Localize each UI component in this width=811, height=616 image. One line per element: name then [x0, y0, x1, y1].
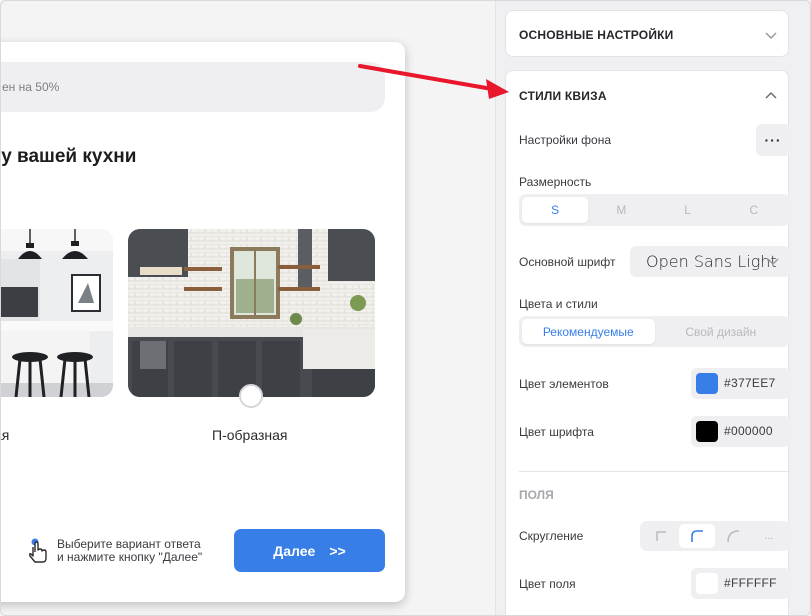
- quiz-card: ен на 50% вку вашей кухни: [0, 42, 405, 602]
- chevron-down-icon[interactable]: [764, 28, 778, 42]
- discount-text: ен на 50%: [2, 80, 60, 94]
- rounding-small-option[interactable]: [679, 524, 715, 548]
- basic-settings-section[interactable]: ОСНОВНЫЕ НАСТРОЙКИ: [505, 10, 789, 57]
- quiz-styles-section: СТИЛИ КВИЗА Настройки фона ··· Размернос…: [505, 70, 790, 616]
- rounding-selector: ...: [640, 521, 790, 551]
- corner-square-icon: [656, 531, 666, 541]
- field-color-field[interactable]: #FFFFFF: [691, 568, 790, 599]
- corner-round-icon: [727, 530, 740, 543]
- rounding-label: Скругление: [519, 529, 584, 543]
- next-button[interactable]: Далее >>: [234, 529, 385, 572]
- option-label-1: ая: [0, 427, 10, 443]
- kitchen-photo-1: [0, 229, 113, 397]
- font-color-label: Цвет шрифта: [519, 425, 594, 439]
- size-option-c[interactable]: C: [721, 197, 787, 223]
- rounding-large-option[interactable]: [715, 524, 751, 548]
- main-font-value: Open Sans Light: [646, 252, 777, 271]
- rounding-more-option[interactable]: ...: [751, 524, 787, 548]
- element-color-value: #377EE7: [724, 376, 776, 390]
- element-color-field[interactable]: #377EE7: [691, 368, 790, 399]
- color-mode-selector: Рекомендуемые Свой дизайн: [519, 316, 790, 347]
- font-color-field[interactable]: #000000: [691, 416, 790, 447]
- quiz-styles-title: СТИЛИ КВИЗА: [519, 89, 607, 103]
- size-label: Размерность: [519, 175, 592, 189]
- fields-subsection-title: ПОЛЯ: [519, 488, 554, 502]
- option-2-radio[interactable]: [239, 384, 263, 408]
- basic-settings-title: ОСНОВНЫЕ НАСТРОЙКИ: [519, 28, 674, 42]
- corner-rounded-icon: [691, 530, 703, 542]
- option-image-2[interactable]: [128, 229, 375, 397]
- option-image-1[interactable]: [0, 229, 113, 397]
- element-color-swatch[interactable]: [696, 373, 718, 394]
- double-chevron-right-icon: >>: [329, 542, 346, 559]
- size-option-l[interactable]: L: [655, 197, 721, 223]
- hint-text: Выберите вариант ответа и нажмите кнопку…: [57, 537, 203, 564]
- question-title: вку вашей кухни: [0, 146, 137, 167]
- settings-panel: ОСНОВНЫЕ НАСТРОЙКИ СТИЛИ КВИЗА Настройки…: [495, 0, 811, 616]
- color-mode-custom[interactable]: Свой дизайн: [655, 319, 788, 344]
- size-option-s[interactable]: S: [522, 197, 589, 223]
- chevron-down-icon: [767, 258, 779, 266]
- size-option-m[interactable]: M: [588, 197, 654, 223]
- font-color-swatch[interactable]: [696, 421, 718, 442]
- colors-styles-label: Цвета и стили: [519, 297, 598, 311]
- rounding-none-option[interactable]: [643, 524, 679, 548]
- font-color-value: #000000: [724, 424, 773, 438]
- main-font-select[interactable]: Open Sans Light: [630, 246, 790, 277]
- discount-banner: ен на 50%: [0, 62, 385, 112]
- next-button-label: Далее: [273, 542, 316, 559]
- background-settings-button[interactable]: ···: [756, 124, 790, 156]
- section-divider: [519, 471, 790, 472]
- size-selector: S M L C: [519, 194, 790, 226]
- color-mode-recommended[interactable]: Рекомендуемые: [522, 319, 655, 344]
- field-color-swatch[interactable]: [696, 573, 718, 594]
- chevron-up-icon[interactable]: [764, 89, 778, 103]
- option-label-2: П-образная: [212, 427, 288, 443]
- main-font-label: Основной шрифт: [519, 255, 616, 269]
- pointer-hand-icon: [28, 538, 47, 563]
- field-color-value: #FFFFFF: [724, 576, 777, 590]
- element-color-label: Цвет элементов: [519, 377, 609, 391]
- field-color-label: Цвет поля: [519, 577, 576, 591]
- kitchen-photo-2: [128, 229, 375, 397]
- quiz-preview-area: ен на 50% вку вашей кухни: [0, 0, 495, 616]
- background-settings-label: Настройки фона: [519, 133, 612, 147]
